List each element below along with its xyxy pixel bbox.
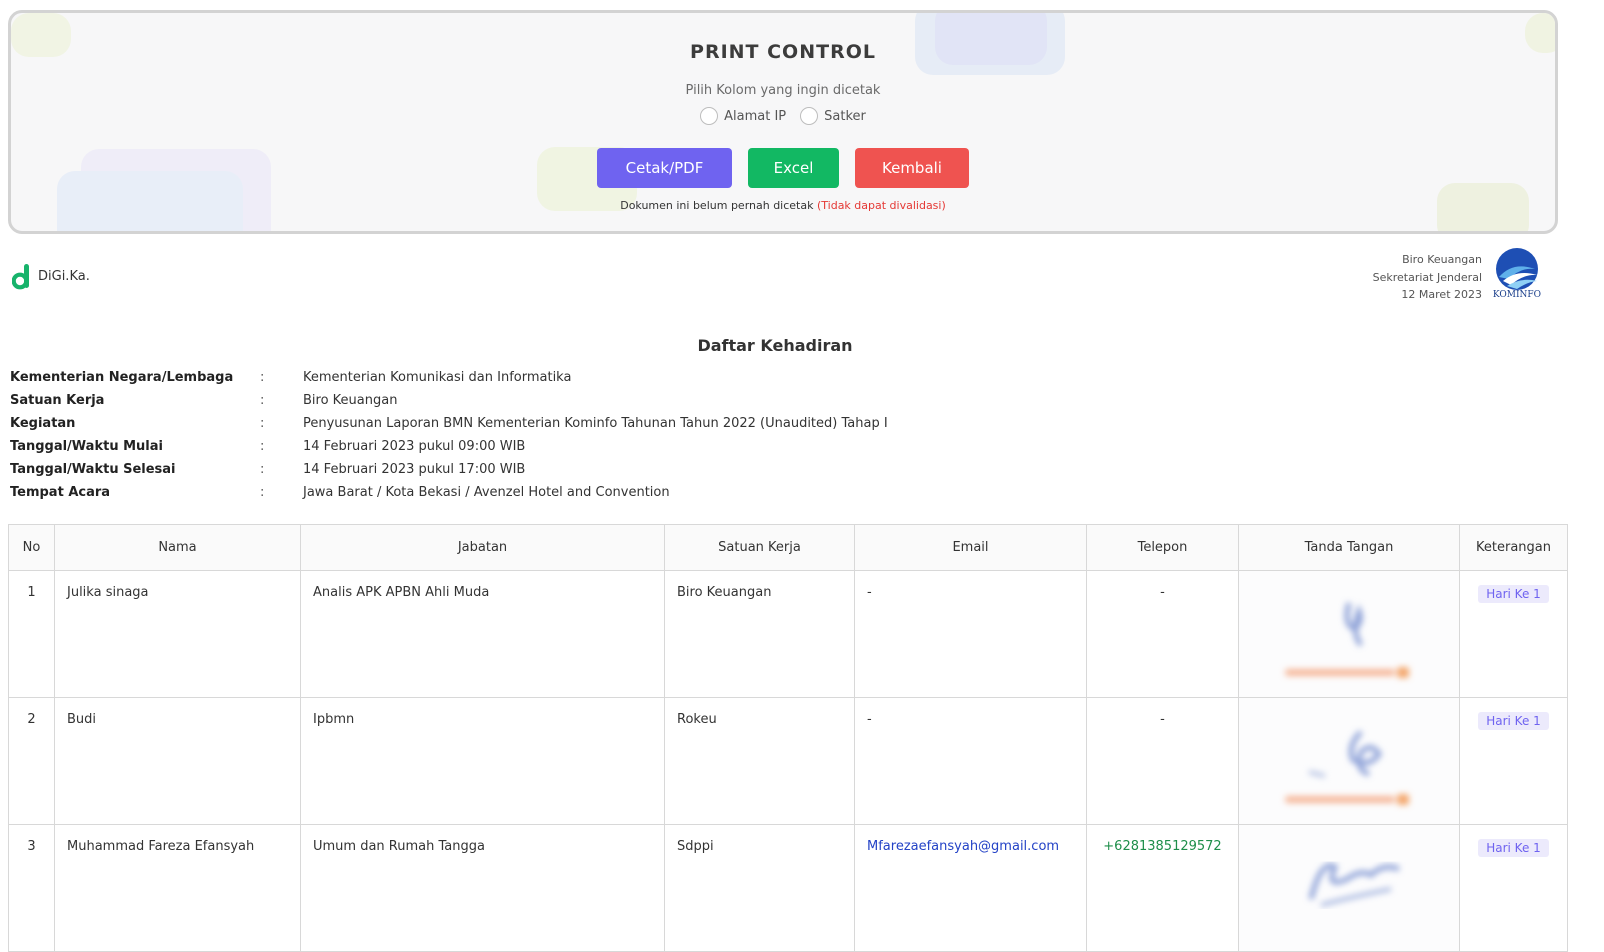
info-row: Kegiatan : Penyusunan Laporan BMN Kement…	[10, 412, 888, 435]
column-header: No	[8, 524, 55, 571]
digika-logo-icon	[12, 264, 29, 290]
option-alamat-ip[interactable]: Alamat IP	[700, 107, 786, 125]
info-row: Tempat Acara : Jawa Barat / Kota Bekasi …	[10, 481, 888, 504]
table-row: 2 Budi Ipbmn Rokeu - - Hari Ke 1	[8, 697, 1568, 825]
info-value: Penyusunan Laporan BMN Kementerian Komin…	[303, 416, 888, 431]
info-value: 14 Februari 2023 pukul 09:00 WIB	[303, 439, 526, 454]
print-status-warning: (Tidak dapat divalidasi)	[816, 199, 946, 212]
info-label: Tanggal/Waktu Selesai	[10, 462, 176, 477]
option-satker-label: Satker	[824, 108, 866, 124]
column-header: Jabatan	[300, 524, 665, 571]
cell-nama: Julika sinaga	[54, 570, 301, 698]
info-colon: :	[260, 416, 265, 431]
cell-keterangan: Hari Ke 1	[1459, 697, 1568, 825]
cell-satker: Rokeu	[664, 697, 855, 825]
cell-no: 3	[8, 824, 55, 952]
column-header: Satuan Kerja	[664, 524, 855, 571]
column-header: Tanda Tangan	[1238, 524, 1460, 571]
signature-image	[1285, 602, 1409, 678]
cell-telepon-link[interactable]: +6281385129572	[1086, 824, 1239, 952]
cell-satker: Biro Keuangan	[664, 570, 855, 698]
cell-jabatan: Analis APK APBN Ahli Muda	[300, 570, 665, 698]
cell-signature	[1238, 824, 1460, 952]
event-info: Kementerian Negara/Lembaga : Kementerian…	[10, 366, 888, 504]
info-colon: :	[260, 485, 265, 500]
print-control-panel: PRINT CONTROL Pilih Kolom yang ingin dic…	[8, 10, 1558, 234]
info-value: 14 Februari 2023 pukul 17:00 WIB	[303, 462, 526, 477]
cell-keterangan: Hari Ke 1	[1459, 570, 1568, 698]
print-status-note: Dokumen ini belum pernah dicetak (Tidak …	[11, 199, 1555, 212]
option-alamat-ip-label: Alamat IP	[724, 108, 787, 124]
print-control-title: PRINT CONTROL	[690, 41, 876, 63]
cell-jabatan: Umum dan Rumah Tangga	[300, 824, 665, 952]
info-row: Tanggal/Waktu Selesai : 14 Februari 2023…	[10, 458, 888, 481]
attendance-table: No Nama Jabatan Satuan Kerja Email Telep…	[8, 524, 1568, 952]
radio-alamat-ip[interactable]	[700, 107, 719, 125]
cell-keterangan: Hari Ke 1	[1459, 824, 1568, 952]
info-value: Biro Keuangan	[303, 393, 398, 408]
back-button[interactable]: Kembali	[855, 148, 969, 188]
info-value: Kementerian Komunikasi dan Informatika	[303, 370, 572, 385]
column-options: Alamat IP Satker	[11, 107, 1555, 125]
cell-nama: Budi	[54, 697, 301, 825]
info-row: Kementerian Negara/Lembaga : Kementerian…	[10, 366, 888, 389]
print-pdf-button[interactable]: Cetak/PDF	[597, 148, 732, 188]
info-label: Kementerian Negara/Lembaga	[10, 370, 234, 385]
print-actions: Cetak/PDF Excel Kembali	[11, 148, 1555, 188]
day-badge: Hari Ke 1	[1478, 839, 1549, 857]
cell-telepon: -	[1086, 697, 1239, 825]
column-header: Nama	[54, 524, 301, 571]
info-row: Satuan Kerja : Biro Keuangan	[10, 389, 888, 412]
cell-signature	[1238, 697, 1460, 825]
print-control-subtitle: Pilih Kolom yang ingin dicetak	[685, 83, 881, 98]
cell-jabatan: Ipbmn	[300, 697, 665, 825]
day-badge: Hari Ke 1	[1478, 712, 1549, 730]
kominfo-logo-text: KOMINFO	[1492, 290, 1542, 300]
org-parent: Sekretariat Jenderal	[1372, 270, 1482, 284]
column-header: Email	[854, 524, 1087, 571]
info-colon: :	[260, 393, 265, 408]
cell-no: 2	[8, 697, 55, 825]
info-label: Kegiatan	[10, 416, 76, 431]
table-row: 3 Muhammad Fareza Efansyah Umum dan Ruma…	[8, 824, 1568, 952]
cell-no: 1	[8, 570, 55, 698]
info-label: Tempat Acara	[10, 485, 111, 500]
document-title: Daftar Kehadiran	[697, 336, 853, 355]
print-status-text: Dokumen ini belum pernah dicetak	[620, 199, 814, 212]
day-badge: Hari Ke 1	[1478, 585, 1549, 603]
brand-name: DiGi.Ka.	[38, 268, 90, 284]
cell-email: -	[854, 697, 1087, 825]
cell-satker: Sdppi	[664, 824, 855, 952]
table-header-row: No Nama Jabatan Satuan Kerja Email Telep…	[8, 524, 1568, 571]
info-colon: :	[260, 439, 265, 454]
cell-email: -	[854, 570, 1087, 698]
info-label: Tanggal/Waktu Mulai	[10, 439, 163, 454]
column-header: Keterangan	[1459, 524, 1568, 571]
info-colon: :	[260, 370, 265, 385]
table-row: 1 Julika sinaga Analis APK APBN Ahli Mud…	[8, 570, 1568, 698]
org-info: Biro Keuangan Sekretariat Jenderal 12 Ma…	[1373, 251, 1482, 304]
info-value: Jawa Barat / Kota Bekasi / Avenzel Hotel…	[303, 485, 670, 500]
info-row: Tanggal/Waktu Mulai : 14 Februari 2023 p…	[10, 435, 888, 458]
signature-image	[1285, 730, 1409, 805]
cell-telepon: -	[1086, 570, 1239, 698]
option-satker[interactable]: Satker	[800, 107, 866, 125]
info-label: Satuan Kerja	[10, 393, 105, 408]
signature-image	[1308, 863, 1400, 907]
radio-satker[interactable]	[800, 107, 819, 125]
org-unit: Biro Keuangan	[1402, 253, 1482, 266]
column-header: Telepon	[1086, 524, 1239, 571]
brand-logo: DiGi.Ka.	[12, 262, 90, 290]
cell-email-link[interactable]: Mfarezaefansyah@gmail.com	[854, 824, 1087, 952]
org-date: 12 Maret 2023	[1401, 288, 1482, 301]
cell-signature	[1238, 570, 1460, 698]
info-colon: :	[260, 462, 265, 477]
export-excel-button[interactable]: Excel	[748, 148, 839, 188]
cell-nama: Muhammad Fareza Efansyah	[54, 824, 301, 952]
